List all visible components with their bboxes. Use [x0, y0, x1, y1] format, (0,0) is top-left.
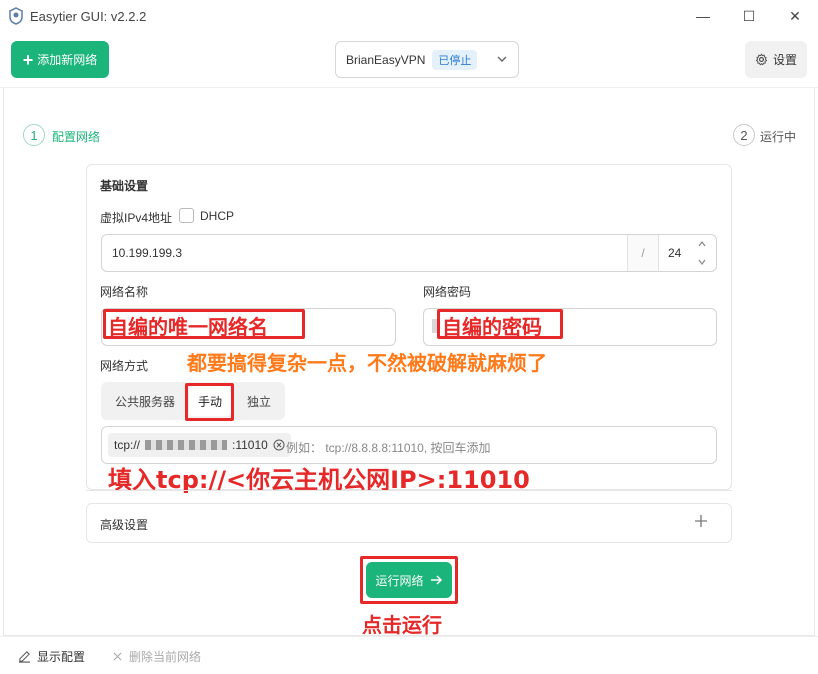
app-logo-icon: [9, 7, 23, 25]
arrow-right-icon: [430, 575, 442, 585]
advanced-settings-card[interactable]: [86, 503, 732, 543]
expand-plus-icon[interactable]: [694, 514, 708, 528]
network-select[interactable]: BrianEasyVPN 已停止: [335, 41, 519, 78]
window-title: Easytier GUI: v2.2.2: [30, 9, 147, 24]
ipv4-slash-separator: /: [627, 235, 659, 271]
gear-icon: [755, 53, 768, 66]
minimize-button[interactable]: —: [680, 0, 726, 32]
peer-ip-redaction: [145, 440, 228, 450]
section-divider: [86, 490, 732, 491]
complexity-annotation: 都要搞得复杂一点，不然被破解就麻烦了: [187, 351, 547, 375]
maximize-button[interactable]: ☐: [726, 0, 772, 32]
chevron-down-icon: [497, 56, 507, 62]
add-network-label: 添加新网络: [37, 53, 98, 67]
show-config-label: 显示配置: [37, 650, 86, 664]
chevron-down-icon[interactable]: [696, 256, 708, 268]
plus-icon: +: [22, 49, 34, 70]
clear-circle-icon[interactable]: [273, 439, 285, 451]
edit-icon: [18, 651, 31, 663]
prefix-length-input[interactable]: 24: [668, 246, 681, 260]
close-icon: [113, 652, 122, 661]
network-name-annotation: 自编的唯一网络名: [108, 315, 268, 339]
ipv4-input[interactable]: 10.199.199.3: [112, 246, 182, 260]
selected-network-name: BrianEasyVPN: [346, 52, 426, 67]
peer-address-tag: tcp:// :11010: [108, 433, 291, 457]
toolbar: + 添加新网络 BrianEasyVPN 已停止 设置: [0, 32, 818, 88]
mode-standalone[interactable]: 独立: [237, 382, 281, 420]
advanced-settings-title: 高级设置: [100, 518, 149, 532]
close-button[interactable]: ✕: [772, 0, 818, 32]
mode-public-server[interactable]: 公共服务器: [105, 382, 185, 420]
network-password-label: 网络密码: [423, 285, 472, 299]
ipv4-label: 虚拟IPv4地址: [100, 211, 173, 225]
run-network-button[interactable]: 运行网络: [366, 562, 452, 598]
peer-tag-prefix: tcp://: [114, 438, 141, 452]
dhcp-checkbox[interactable]: [179, 208, 194, 223]
settings-button[interactable]: 设置: [745, 41, 807, 78]
network-password-annotation: 自编的密码: [442, 315, 542, 339]
peer-tag-suffix: :11010: [232, 438, 268, 452]
manual-mode-annotation-box: [185, 383, 234, 421]
step-1-indicator: 1: [23, 124, 45, 146]
run-network-label: 运行网络: [375, 573, 424, 588]
delete-network-button[interactable]: 删除当前网络: [112, 648, 201, 665]
peer-input-placeholder: 例如： tcp://8.8.8.8:11010, 按回车添加: [286, 441, 491, 455]
ipv4-input-group: 10.199.199.3 / 24: [101, 234, 717, 272]
step-2-indicator: 2: [733, 124, 755, 146]
delete-network-label: 删除当前网络: [129, 650, 202, 664]
chevron-up-icon[interactable]: [696, 238, 708, 250]
dhcp-label: DHCP: [200, 209, 235, 223]
status-badge: 已停止: [432, 49, 478, 70]
peer-address-input[interactable]: tcp:// :11010 例如： tcp://8.8.8.8:11010, 按回…: [101, 426, 717, 464]
settings-label: 设置: [772, 53, 797, 67]
show-config-button[interactable]: 显示配置: [18, 648, 85, 665]
run-annotation: 点击运行: [362, 613, 442, 637]
network-name-label: 网络名称: [100, 285, 149, 299]
basic-settings-title: 基础设置: [100, 179, 149, 193]
step-2-label: 运行中: [760, 130, 797, 144]
network-mode-label: 网络方式: [100, 359, 149, 373]
step-1-label: 配置网络: [52, 130, 101, 144]
add-network-button[interactable]: + 添加新网络: [11, 41, 109, 78]
